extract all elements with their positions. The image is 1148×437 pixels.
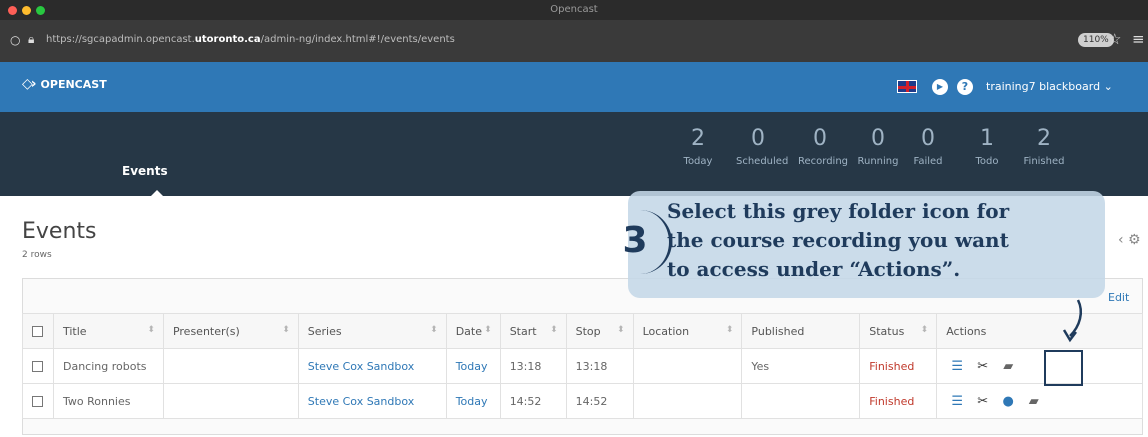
event-series-link[interactable]: Steve Cox Sandbox <box>308 360 414 373</box>
column-date[interactable]: Date ⬍ <box>445 313 501 349</box>
table-row[interactable]: Two Ronnies Steve Cox Sandbox Today 14:5… <box>22 383 1143 419</box>
stat-finished[interactable]: 2 Finished <box>1022 126 1066 167</box>
table-settings-gear-icon[interactable]: ‹ ⚙ <box>1118 232 1141 248</box>
lock-icon[interactable]: 🔒︎ <box>28 32 34 47</box>
column-title[interactable]: Title ⬍ <box>52 313 164 349</box>
event-title: Dancing robots <box>52 348 164 384</box>
user-menu[interactable]: training7 blackboard ⌄ <box>986 80 1113 93</box>
select-all-checkbox[interactable] <box>32 326 43 337</box>
scissors-icon[interactable]: ✂ <box>972 359 994 374</box>
event-published <box>741 383 861 419</box>
shield-icon[interactable]: ○ <box>10 33 20 47</box>
hamburger-menu-icon[interactable]: ≡ <box>1132 30 1145 48</box>
event-published: Yes <box>741 348 861 384</box>
folder-icon[interactable]: ▰ <box>997 359 1019 374</box>
app-header: ◇› OPENCAST ▶ ? training7 blackboard ⌄ <box>0 62 1148 112</box>
row-count: 2 rows <box>22 250 52 260</box>
event-date-link[interactable]: Today <box>456 360 488 373</box>
table-header-row: Title ⬍ Presenter(s) ⬍ Series ⬍ Date ⬍ Start… <box>22 313 1143 349</box>
stat-today[interactable]: 2 Today <box>676 126 720 167</box>
stat-todo[interactable]: 1 Todo <box>965 126 1009 167</box>
event-start: 13:18 <box>499 348 567 384</box>
column-start[interactable]: Start ⬍ <box>499 313 567 349</box>
status-badge[interactable]: Finished <box>869 395 914 408</box>
play-icon[interactable]: ▶ <box>932 79 948 95</box>
column-location[interactable]: Location ⬍ <box>632 313 743 349</box>
column-status[interactable]: Status ⬍ <box>859 313 938 349</box>
sort-icon: ⬍ <box>550 325 558 335</box>
column-stop[interactable]: Stop ⬍ <box>565 313 634 349</box>
tab-events[interactable]: Events <box>122 164 168 178</box>
row-checkbox[interactable] <box>32 396 43 407</box>
scissors-icon[interactable]: ✂ <box>972 394 994 409</box>
bookmark-star-icon[interactable]: ☆ <box>1108 30 1121 48</box>
sort-icon: ⬍ <box>484 325 492 335</box>
row-select-cell <box>22 383 54 419</box>
event-location <box>632 348 743 384</box>
address-bar: ○ 🔒︎ https://sgcapadmin.opencast.utoront… <box>0 20 1148 62</box>
details-icon[interactable]: ☰ <box>946 359 968 374</box>
column-presenters[interactable]: Presenter(s) ⬍ <box>162 313 299 349</box>
edit-link[interactable]: Edit <box>1108 291 1129 304</box>
sort-icon: ⬍ <box>282 325 290 335</box>
event-title: Two Ronnies <box>52 383 164 419</box>
event-stop: 14:52 <box>565 383 634 419</box>
url-field[interactable]: https://sgcapadmin.opencast.utoronto.ca/… <box>46 34 455 45</box>
event-series-link[interactable]: Steve Cox Sandbox <box>308 395 414 408</box>
event-presenters <box>162 348 299 384</box>
comment-icon[interactable]: ● <box>997 394 1019 409</box>
event-presenters <box>162 383 299 419</box>
active-tab-indicator <box>150 190 164 197</box>
event-date-link[interactable]: Today <box>456 395 488 408</box>
opencast-logo[interactable]: ◇› OPENCAST <box>22 76 107 92</box>
sort-icon: ⬍ <box>617 325 625 335</box>
row-checkbox[interactable] <box>32 361 43 372</box>
column-series[interactable]: Series ⬍ <box>297 313 447 349</box>
folder-icon-highlight <box>1044 350 1083 386</box>
event-start: 14:52 <box>499 383 567 419</box>
event-actions: ☰ ✂ ● ▰ <box>936 383 1143 419</box>
status-badge[interactable]: Finished <box>869 360 914 373</box>
instruction-text: Select this grey folder icon for the cou… <box>667 199 1010 281</box>
stat-running[interactable]: 0 Running <box>856 126 900 167</box>
event-location <box>632 383 743 419</box>
opencast-logo-icon: ◇› <box>22 76 36 92</box>
stat-failed[interactable]: 0 Failed <box>906 126 950 167</box>
pointer-arrow <box>1062 299 1082 343</box>
sort-icon: ⬍ <box>725 325 734 335</box>
step-number: 3 <box>622 220 648 261</box>
stat-scheduled[interactable]: 0 Scheduled <box>736 126 788 167</box>
details-icon[interactable]: ☰ <box>946 394 968 409</box>
sort-icon: ⬍ <box>430 325 438 335</box>
sort-icon: ⬍ <box>920 325 929 335</box>
sort-icon: ⬍ <box>147 325 155 335</box>
navigation-band: Events 2 Today 0 Scheduled 0 Recording 0… <box>0 112 1148 197</box>
window-titlebar: Opencast <box>0 0 1148 20</box>
help-icon[interactable]: ? <box>957 79 973 95</box>
column-published[interactable]: Published <box>741 313 861 349</box>
events-table: Title ⬍ Presenter(s) ⬍ Series ⬍ Date ⬍ Start… <box>22 313 1143 419</box>
event-actions: ☰ ✂ ▰ <box>936 348 1143 384</box>
stat-recording[interactable]: 0 Recording <box>798 126 848 167</box>
select-all-cell <box>22 313 54 349</box>
page-title: Events <box>22 219 97 244</box>
table-row[interactable]: Dancing robots Steve Cox Sandbox Today 1… <box>22 348 1143 384</box>
folder-icon[interactable]: ▰ <box>1023 394 1045 409</box>
event-stop: 13:18 <box>565 348 634 384</box>
window-title: Opencast <box>550 4 598 15</box>
language-flag-icon[interactable] <box>897 80 917 93</box>
row-select-cell <box>22 348 54 384</box>
